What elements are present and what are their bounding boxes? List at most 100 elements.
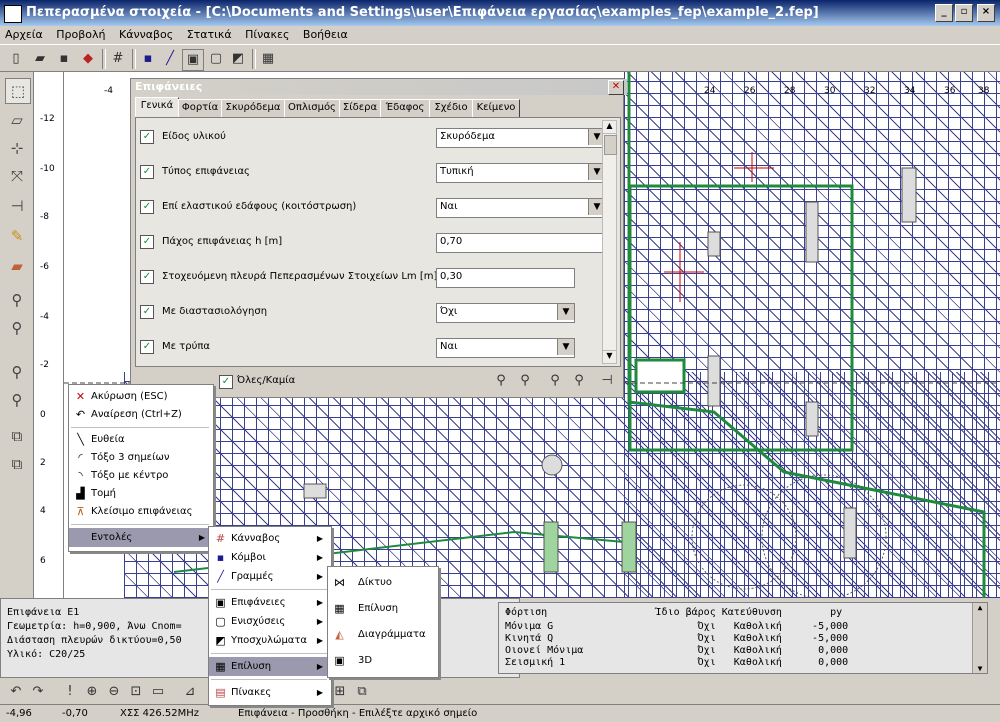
calculator-icon[interactable]: ▦ (258, 49, 278, 69)
dropper-icon[interactable]: ⚲ (5, 360, 29, 384)
menu-tables[interactable]: Πίνακες (240, 26, 294, 41)
all-none-checkbox[interactable]: ✓ (219, 375, 233, 389)
chevron-down-icon[interactable]: ▼ (557, 304, 574, 320)
menu-item-line[interactable]: ╲ Ευθεία (69, 430, 211, 449)
scroll-up-icon[interactable]: ▲ (603, 121, 616, 134)
close-button[interactable]: × (977, 4, 995, 22)
grid-icon[interactable]: # (108, 49, 128, 69)
menu-item-close-surface[interactable]: ⊼ Κλείσιμο επιφάνειας (69, 502, 211, 521)
save-icon[interactable]: ▪ (54, 49, 74, 69)
book-icon[interactable]: ◆ (78, 49, 98, 69)
tab-soil[interactable]: Έδαφος (380, 99, 430, 117)
open-folder-icon[interactable]: ▰ (30, 49, 50, 69)
info-icon[interactable]: ! (60, 682, 80, 702)
submenu-item-subpatterns[interactable]: ◩ Υποσχυλώματα ▶ (209, 631, 329, 650)
select-surface-icon[interactable]: ⬚ (5, 78, 31, 104)
checkbox[interactable]: ✓ (140, 305, 154, 319)
dialog-close-icon[interactable]: ✕ (608, 80, 624, 95)
frame-icon[interactable]: ▢ (206, 49, 226, 69)
checkbox[interactable]: ✓ (140, 200, 154, 214)
surface-type-select[interactable]: Τυπική ▼ (436, 163, 606, 183)
checkbox[interactable]: ✓ (140, 270, 154, 284)
dialog-scrollbar[interactable]: ▲ ▼ (602, 120, 617, 364)
pencil-icon[interactable]: ✎ (5, 224, 29, 248)
zoom-window-icon[interactable]: ⊡ (126, 682, 146, 702)
material-select[interactable]: Σκυρόδεμα ▼ (436, 128, 606, 148)
menu-statics[interactable]: Στατικά (182, 26, 237, 41)
submenu-item-tables[interactable]: ▤ Πίνακες ▶ (209, 683, 329, 702)
line-icon[interactable]: ╱ (160, 49, 180, 69)
element-side-input[interactable]: 0,30 (436, 268, 575, 288)
solve-item-3d[interactable]: ▣ 3D (328, 651, 436, 673)
tab-text[interactable]: Κείμενο (472, 99, 520, 117)
submenu-item-grid[interactable]: # Κάνναβος ▶ (209, 529, 329, 548)
menu-item-cancel[interactable]: ✕ Ακύρωση (ESC) (69, 387, 211, 406)
tab-steel[interactable]: Σίδερα (339, 99, 381, 117)
tab-drawing[interactable]: Σχέδιο (429, 99, 473, 117)
slab-icon[interactable]: ◩ (228, 49, 248, 69)
eraser-icon[interactable]: ▰ (5, 254, 29, 278)
submenu-item-lines[interactable]: ╱ Γραμμές ▶ (209, 567, 329, 586)
checkbox[interactable]: ✓ (140, 235, 154, 249)
hole-select[interactable]: Ναι ▼ (436, 338, 575, 358)
submenu-item-solve[interactable]: ▦ Επίλυση ▶ (209, 657, 329, 676)
dropper-copy-icon[interactable]: ⚲ (569, 371, 589, 391)
zoom-all-icon[interactable]: ▭ (148, 682, 168, 702)
submenu-item-reinforcements[interactable]: ▢ Ενισχύσεις ▶ (209, 612, 329, 631)
tab-concrete[interactable]: Σκυρόδεμα (221, 99, 285, 117)
undo-icon[interactable]: ↶ (6, 682, 26, 702)
ortho-icon[interactable]: ⊿ (180, 682, 200, 702)
copy2-icon[interactable]: ⧉ (5, 452, 29, 476)
menu-item-intersection[interactable]: ▟ Τομή (69, 484, 211, 503)
redo-icon[interactable]: ↷ (28, 682, 48, 702)
submenu-item-surfaces[interactable]: ▣ Επιφάνειες ▶ (209, 593, 329, 612)
layers-icon[interactable]: ⧉ (352, 682, 372, 702)
tab-general[interactable]: Γενικά (135, 97, 179, 118)
dropper-copy-icon[interactable]: ⚲ (545, 371, 565, 391)
scroll-down-icon[interactable]: ▼ (973, 664, 987, 673)
menu-view[interactable]: Προβολή (51, 26, 110, 41)
menu-files[interactable]: Αρχεία (0, 26, 48, 41)
surface-icon[interactable]: ▣ (182, 49, 204, 71)
menu-item-arc-center[interactable]: ◝ Τόξο με κέντρο (69, 466, 211, 485)
zoom-in-icon[interactable]: ⊕ (82, 682, 102, 702)
surface-add-icon[interactable]: ▱ (5, 108, 29, 132)
copy-icon[interactable]: ⧉ (5, 424, 29, 448)
dropper-icon[interactable]: ⚲ (491, 371, 511, 391)
menu-item-arc-3pt[interactable]: ◜ Τόξο 3 σημείων (69, 448, 211, 467)
apply-icon[interactable]: ⊣ (597, 371, 617, 391)
snap-icon[interactable]: ⊞ (330, 682, 350, 702)
node-icon[interactable]: ▪ (138, 49, 158, 69)
new-file-icon[interactable]: ▯ (6, 49, 26, 69)
checkbox[interactable]: ✓ (140, 165, 154, 179)
thickness-input[interactable]: 0,70 (436, 233, 606, 253)
tab-reinforcement[interactable]: Οπλισμός (284, 99, 340, 117)
menu-item-commands[interactable]: Εντολές ▶ (69, 528, 211, 547)
dropper2-icon[interactable]: ⚲ (5, 388, 29, 412)
dropper-icon[interactable]: ⚲ (515, 371, 535, 391)
solve-item-diagrams[interactable]: ◭ Διαγράμματα (328, 625, 436, 647)
probe-icon[interactable]: ⚲ (5, 288, 29, 312)
chevron-down-icon[interactable]: ▼ (557, 339, 574, 355)
checkbox[interactable]: ✓ (140, 340, 154, 354)
loads-scrollbar[interactable]: ▲ ▼ (972, 603, 987, 673)
checkbox[interactable]: ✓ (140, 130, 154, 144)
scroll-down-icon[interactable]: ▼ (603, 350, 616, 363)
zoom-out-icon[interactable]: ⊖ (104, 682, 124, 702)
elastic-soil-select[interactable]: Ναι ▼ (436, 198, 606, 218)
dimensioning-select[interactable]: Όχι ▼ (436, 303, 575, 323)
dialog-title-bar[interactable]: Επιφάνειες ✕ (131, 79, 627, 95)
scroll-thumb[interactable] (604, 135, 617, 155)
scroll-up-icon[interactable]: ▲ (973, 603, 987, 612)
restore-button[interactable]: ▫ (955, 4, 973, 22)
submenu-item-nodes[interactable]: ▪ Κόμβοι ▶ (209, 548, 329, 567)
menu-grid[interactable]: Κάνναβος (114, 26, 178, 41)
split-icon[interactable]: ⊹ (5, 136, 29, 160)
node-move-icon[interactable]: ⤧ (5, 164, 29, 188)
solve-item-mesh[interactable]: ⋈ Δίκτυο (328, 573, 436, 595)
minimize-button[interactable]: _ (935, 4, 953, 22)
probe2-icon[interactable]: ⚲ (5, 316, 29, 340)
tab-loads[interactable]: Φορτία (178, 99, 222, 117)
menu-help[interactable]: Βοήθεια (298, 26, 353, 41)
node-split-icon[interactable]: ⊣ (5, 194, 29, 218)
